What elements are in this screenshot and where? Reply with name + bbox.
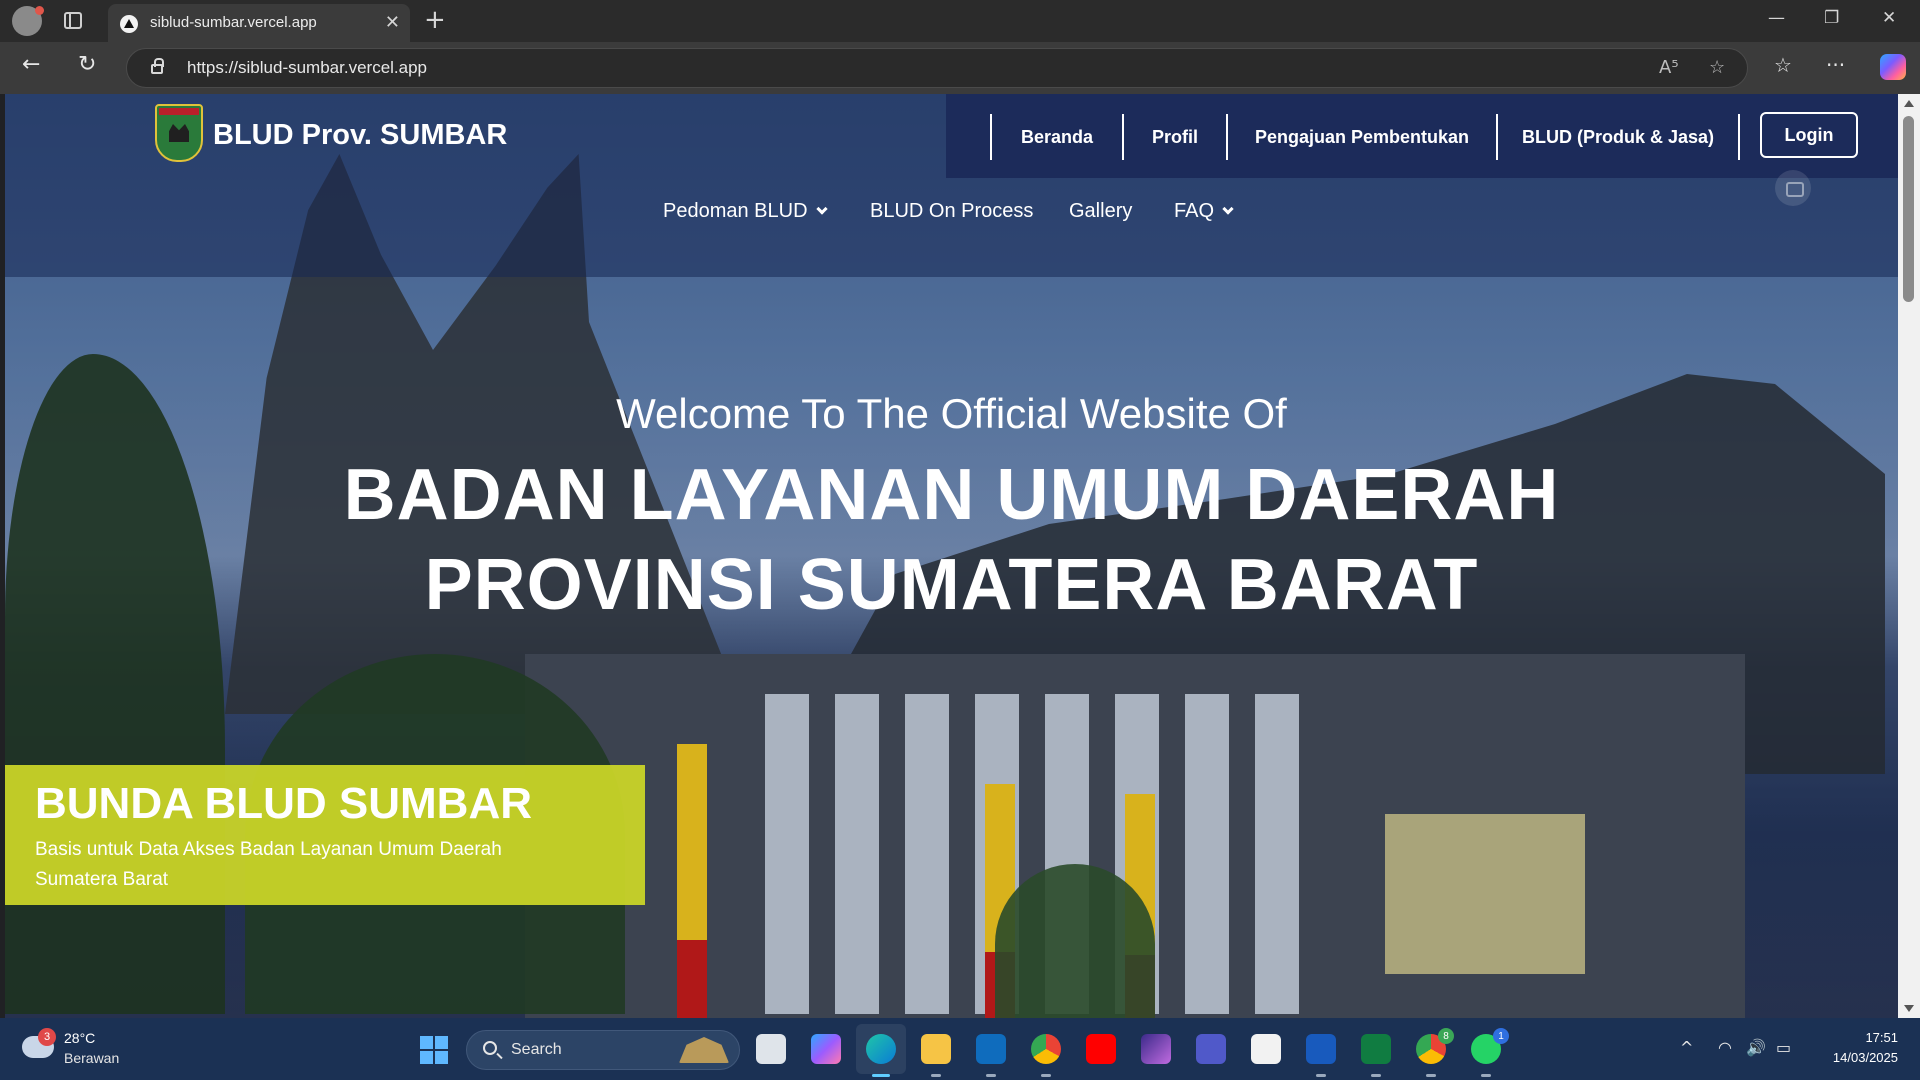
nav-blud-on-process-label: BLUD On Process bbox=[870, 200, 1034, 222]
app-badge: 1 bbox=[1493, 1028, 1509, 1044]
background-annex bbox=[1385, 814, 1585, 974]
search-icon bbox=[483, 1041, 497, 1055]
vercel-favicon-icon bbox=[120, 15, 138, 33]
teams-icon[interactable] bbox=[1196, 1034, 1226, 1064]
nav-pengajuan-pembentukan[interactable]: Pengajuan Pembentukan bbox=[1226, 114, 1496, 160]
edge-icon[interactable] bbox=[866, 1034, 896, 1077]
nav-faq-label: FAQ bbox=[1174, 200, 1215, 222]
profile-avatar[interactable] bbox=[12, 6, 44, 36]
nav-beranda[interactable]: Beranda bbox=[990, 114, 1122, 160]
background-pillar bbox=[677, 744, 707, 1018]
wifi-icon[interactable]: ◠ bbox=[1718, 1038, 1732, 1057]
nav-gallery[interactable]: Gallery bbox=[1069, 200, 1132, 223]
copilot-icon[interactable] bbox=[811, 1034, 841, 1064]
windows-start-icon[interactable] bbox=[420, 1036, 448, 1064]
promo-text: Basis untuk Data Akses Badan Layanan Umu… bbox=[35, 839, 502, 890]
clock-date[interactable]: 14/03/2025 bbox=[1833, 1050, 1898, 1065]
tab-actions-icon[interactable] bbox=[64, 12, 82, 29]
page-scrollbar[interactable] bbox=[1898, 94, 1920, 1018]
lock-icon[interactable] bbox=[151, 58, 164, 74]
chrome-icon[interactable] bbox=[1031, 1034, 1061, 1077]
app-icon[interactable] bbox=[1141, 1034, 1171, 1064]
nav-faq[interactable]: FAQ bbox=[1174, 200, 1234, 223]
background-palm bbox=[995, 864, 1155, 1018]
favorite-star-icon[interactable]: ☆ bbox=[1709, 57, 1725, 78]
battery-icon[interactable]: ▭ bbox=[1776, 1038, 1791, 1057]
favorites-icon[interactable]: ☆ bbox=[1774, 54, 1792, 76]
new-tab-button[interactable]: + bbox=[424, 6, 446, 34]
hero-title-line1: BADAN LAYANAN UMUM DAERAH bbox=[343, 455, 1560, 535]
file-explorer-icon[interactable] bbox=[921, 1034, 951, 1077]
chrome-profile-icon[interactable]: 8 bbox=[1416, 1028, 1454, 1077]
hero-subtitle: Welcome To The Official Website Of bbox=[616, 390, 1287, 437]
scroll-thumb[interactable] bbox=[1903, 116, 1914, 302]
close-window-button[interactable]: ✕ bbox=[1882, 8, 1896, 28]
tab-title: siblud-sumbar.vercel.app bbox=[150, 14, 317, 31]
scroll-up-arrow-icon[interactable] bbox=[1904, 100, 1914, 107]
nav-blud-on-process[interactable]: BLUD On Process bbox=[870, 200, 1033, 223]
task-view-icon[interactable] bbox=[756, 1034, 786, 1064]
sumbar-logo[interactable] bbox=[155, 104, 203, 162]
promo-title: BUNDA BLUD SUMBAR bbox=[35, 779, 532, 828]
weather-badge: 3 bbox=[38, 1028, 56, 1046]
chevron-down-icon bbox=[1222, 203, 1234, 215]
copilot-icon[interactable] bbox=[1880, 54, 1906, 80]
top-nav: Beranda Profil Pengajuan Pembentukan BLU… bbox=[946, 94, 1898, 178]
windows-taskbar: 3 28°C Berawan Search 8 1 ^ ◠ 🔊 ▭ 17:51 … bbox=[0, 1018, 1920, 1080]
site-header: BLUD Prov. SUMBAR Beranda Profil Pengaju… bbox=[5, 94, 1898, 277]
chevron-down-icon bbox=[815, 203, 828, 215]
page-viewport: BLUD Prov. SUMBAR Beranda Profil Pengaju… bbox=[5, 94, 1898, 1018]
url-text[interactable]: https://siblud-sumbar.vercel.app bbox=[187, 58, 427, 78]
outlook-icon[interactable] bbox=[976, 1034, 1006, 1077]
address-bar[interactable]: https://siblud-sumbar.vercel.app A⁵ ☆ bbox=[126, 48, 1748, 88]
nav-pedoman-blud-label: Pedoman BLUD bbox=[663, 200, 808, 222]
taskbar-search[interactable]: Search bbox=[466, 1030, 740, 1070]
nav-gallery-label: Gallery bbox=[1069, 200, 1133, 222]
reload-button[interactable]: ↻ bbox=[78, 54, 96, 76]
promo-card: BUNDA BLUD SUMBAR Basis untuk Data Akses… bbox=[5, 765, 645, 905]
nav-profil[interactable]: Profil bbox=[1122, 114, 1226, 160]
tray-chevron-icon[interactable]: ^ bbox=[1680, 1038, 1693, 1057]
restore-button[interactable]: ❐ bbox=[1824, 8, 1839, 28]
search-label: Search bbox=[511, 1041, 562, 1058]
tab-close-icon[interactable]: ✕ bbox=[385, 12, 400, 33]
background-tree bbox=[5, 354, 225, 1014]
nav-blud-produk-jasa[interactable]: BLUD (Produk & Jasa) bbox=[1496, 114, 1740, 160]
back-button[interactable]: ← bbox=[22, 54, 40, 76]
minimize-button[interactable]: — bbox=[1768, 8, 1785, 28]
browser-tab-active[interactable]: siblud-sumbar.vercel.app ✕ bbox=[108, 4, 410, 42]
app-badge: 8 bbox=[1438, 1028, 1454, 1044]
hero-title-line2: PROVINSI SUMATERA BARAT bbox=[424, 545, 1479, 625]
nav-pedoman-blud[interactable]: Pedoman BLUD bbox=[663, 200, 828, 223]
site-brand[interactable]: BLUD Prov. SUMBAR bbox=[213, 119, 507, 152]
youtube-icon[interactable] bbox=[1086, 1034, 1116, 1064]
login-button[interactable]: Login bbox=[1760, 112, 1858, 158]
read-aloud-icon[interactable]: A⁵ bbox=[1659, 57, 1679, 78]
browser-toolbar: ← ↻ https://siblud-sumbar.vercel.app A⁵ … bbox=[0, 42, 1920, 94]
word-icon[interactable] bbox=[1306, 1034, 1336, 1077]
weather-temp: 28°C bbox=[64, 1030, 96, 1046]
clock-time[interactable]: 17:51 bbox=[1865, 1030, 1898, 1045]
more-options-icon[interactable]: ··· bbox=[1826, 54, 1845, 76]
excel-icon[interactable] bbox=[1361, 1034, 1391, 1077]
scroll-down-arrow-icon[interactable] bbox=[1904, 1005, 1914, 1012]
browser-tab-bar: siblud-sumbar.vercel.app ✕ + — ❐ ✕ bbox=[0, 0, 1920, 42]
store-icon[interactable] bbox=[1251, 1034, 1281, 1064]
weather-condition: Berawan bbox=[64, 1050, 120, 1066]
visual-search-icon[interactable] bbox=[1775, 170, 1811, 206]
search-highlight-image bbox=[679, 1037, 729, 1063]
whatsapp-icon[interactable]: 1 bbox=[1471, 1028, 1509, 1077]
volume-icon[interactable]: 🔊 bbox=[1746, 1038, 1766, 1057]
